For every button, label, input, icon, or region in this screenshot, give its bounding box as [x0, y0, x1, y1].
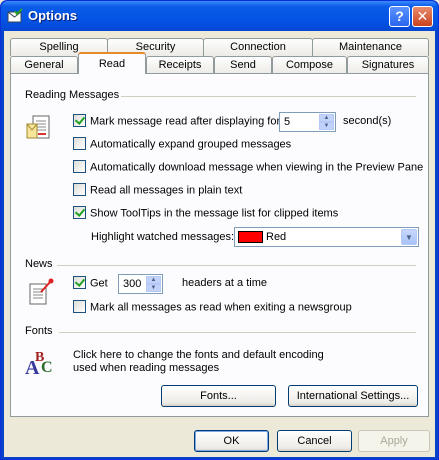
tab-send[interactable]: Send [214, 56, 272, 74]
tooltips-checkbox[interactable] [73, 206, 86, 219]
fonts-description-line1: Click here to change the fonts and defau… [73, 349, 324, 361]
spin-up-icon[interactable]: ▲ [319, 114, 334, 122]
mark-read-checkbox[interactable] [73, 114, 86, 127]
tab-compose[interactable]: Compose [272, 56, 347, 74]
envelope-checkmark-icon [7, 8, 23, 23]
seconds-label: second(s) [343, 115, 392, 127]
tooltips-option[interactable]: Show ToolTips in the message list for cl… [73, 206, 338, 221]
fonts-description-line2: used when reading messages [73, 362, 220, 374]
cancel-button[interactable]: Cancel [277, 430, 352, 452]
expand-groups-checkbox[interactable] [73, 137, 86, 150]
spin-up-icon[interactable]: ▲ [146, 276, 161, 284]
international-settings-button[interactable]: International Settings... [288, 385, 418, 407]
options-window: Options ? ✕ Spelling Security Connection… [0, 0, 439, 460]
close-button[interactable]: ✕ [412, 6, 433, 27]
get-headers-option[interactable]: Get [73, 276, 108, 291]
fonts-divider [59, 332, 416, 333]
read-message-icon [26, 115, 50, 139]
highlight-label: Highlight watched messages: [91, 231, 235, 243]
fonts-button[interactable]: Fonts... [161, 385, 276, 407]
reading-messages-divider [121, 96, 416, 97]
news-divider [57, 265, 416, 266]
auto-download-option[interactable]: Automatically download message when view… [73, 160, 423, 175]
tab-connection[interactable]: Connection [203, 38, 313, 56]
read-tab-panel: Reading Messages Mark message read after… [10, 73, 429, 417]
fonts-heading: Fonts [25, 325, 53, 337]
newsgroup-icon [29, 278, 54, 305]
mark-read-option[interactable]: Mark message read after displaying for [73, 114, 280, 129]
help-button[interactable]: ? [389, 6, 410, 27]
title-bar[interactable]: Options ? ✕ [1, 1, 438, 31]
tab-maintenance[interactable]: Maintenance [312, 38, 429, 56]
plain-text-checkbox[interactable] [73, 183, 86, 196]
spin-down-icon[interactable]: ▼ [146, 284, 161, 292]
tab-read[interactable]: Read [78, 52, 146, 74]
tab-receipts[interactable]: Receipts [146, 56, 214, 74]
mark-all-read-option[interactable]: Mark all messages as read when exiting a… [73, 300, 352, 315]
plain-text-option[interactable]: Read all messages in plain text [73, 183, 242, 198]
expand-groups-option[interactable]: Automatically expand grouped messages [73, 137, 291, 152]
header-count-stepper[interactable]: 300 ▲ ▼ [118, 274, 163, 294]
reading-messages-heading: Reading Messages [25, 89, 120, 101]
get-headers-checkbox[interactable] [73, 276, 86, 289]
mark-all-read-checkbox[interactable] [73, 300, 86, 313]
ok-button[interactable]: OK [194, 430, 269, 452]
apply-button[interactable]: Apply [358, 430, 430, 452]
svg-text:C: C [41, 359, 53, 376]
highlight-color-select[interactable]: Red ▼ [234, 227, 419, 247]
tab-general[interactable]: General [10, 56, 78, 74]
news-heading: News [25, 258, 53, 270]
headers-at-a-time-label: headers at a time [182, 277, 267, 289]
spin-down-icon[interactable]: ▼ [319, 122, 334, 130]
dialog-client: Spelling Security Connection Maintenance… [4, 31, 435, 457]
chevron-down-icon[interactable]: ▼ [401, 229, 417, 245]
highlight-color-swatch [238, 231, 263, 243]
fonts-abc-icon: A B C [25, 350, 53, 376]
mark-read-seconds-stepper[interactable]: 5 ▲ ▼ [279, 112, 336, 132]
auto-download-checkbox[interactable] [73, 160, 86, 173]
window-title: Options [28, 8, 78, 23]
tab-signatures[interactable]: Signatures [347, 56, 429, 74]
